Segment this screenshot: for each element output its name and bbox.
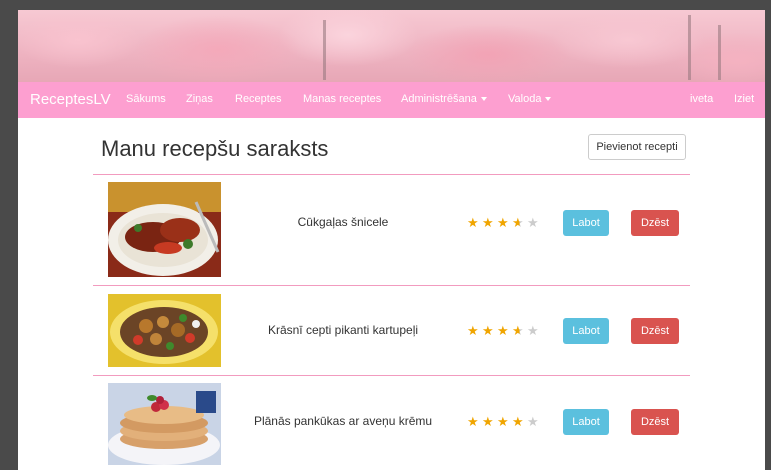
recipe-image	[108, 294, 221, 367]
delete-recipe-button[interactable]: Dzēst	[631, 318, 679, 344]
star-icon: ★	[482, 215, 494, 230]
recipe-name[interactable]: Cūkgaļas šnicele	[243, 215, 443, 229]
star-icon: ★	[467, 414, 479, 429]
brand-link[interactable]: ReceptesLV	[30, 91, 111, 108]
star-icon: ★	[512, 216, 527, 229]
star-icon: ★	[497, 323, 509, 338]
nav-language-label: Valoda	[508, 93, 542, 105]
recipe-image	[108, 383, 221, 465]
star-icon: ★	[527, 215, 539, 230]
caret-down-icon	[545, 97, 552, 102]
main-content: Manu recepšu saraksts Pievienot recepti	[93, 118, 690, 470]
recipe-name[interactable]: Plānās pankūkas ar aveņu krēmu	[243, 414, 443, 428]
star-icon: ★	[497, 215, 509, 230]
browser-viewport: ReceptesLV Sākums Ziņas Receptes Manas r…	[18, 10, 765, 470]
recipe-name[interactable]: Krāsnī cepti pikanti kartupeļi	[243, 323, 443, 337]
nav-language-dropdown[interactable]: Valoda	[508, 93, 552, 105]
recipe-rating: ★ ★ ★ ★ ★	[467, 324, 542, 337]
nav-logout[interactable]: Iziet	[734, 93, 754, 105]
page-title: Manu recepšu saraksts	[101, 136, 329, 161]
add-recipe-button[interactable]: Pievienot recepti	[588, 134, 686, 160]
star-icon: ★	[467, 215, 479, 230]
recipe-row: Cūkgaļas šnicele ★ ★ ★ ★ ★ Labot Dzēst	[93, 175, 690, 285]
delete-recipe-button[interactable]: Dzēst	[631, 409, 679, 435]
star-icon: ★	[467, 323, 479, 338]
star-icon: ★	[527, 323, 539, 338]
star-icon: ★	[482, 414, 494, 429]
star-icon: ★	[527, 414, 539, 429]
edit-recipe-button[interactable]: Labot	[563, 318, 609, 344]
star-icon: ★	[497, 414, 509, 429]
recipe-row: Krāsnī cepti pikanti kartupeļi ★ ★ ★ ★ ★ Lab…	[93, 286, 690, 375]
nav-news[interactable]: Ziņas	[186, 93, 213, 105]
recipe-image	[108, 182, 221, 277]
nav-home[interactable]: Sākums	[126, 93, 166, 105]
recipe-row: Plānās pankūkas ar aveņu krēmu ★ ★ ★ ★ ★ Lab…	[93, 376, 690, 470]
edit-recipe-button[interactable]: Labot	[563, 210, 609, 236]
recipe-rating: ★ ★ ★ ★ ★	[467, 415, 542, 428]
star-icon: ★	[512, 324, 527, 337]
nav-user[interactable]: iveta	[690, 93, 713, 105]
nav-recipes[interactable]: Receptes	[235, 93, 281, 105]
recipe-rating: ★ ★ ★ ★ ★	[467, 216, 542, 229]
nav-admin-dropdown[interactable]: Administrēšana	[401, 93, 487, 105]
star-icon: ★	[482, 323, 494, 338]
nav-my-recipes[interactable]: Manas receptes	[303, 93, 381, 105]
nav-admin-label: Administrēšana	[401, 93, 477, 105]
delete-recipe-button[interactable]: Dzēst	[631, 210, 679, 236]
caret-down-icon	[480, 97, 487, 102]
navbar: ReceptesLV Sākums Ziņas Receptes Manas r…	[18, 82, 765, 118]
edit-recipe-button[interactable]: Labot	[563, 409, 609, 435]
star-icon: ★	[512, 414, 524, 429]
header-banner-image	[18, 10, 765, 82]
